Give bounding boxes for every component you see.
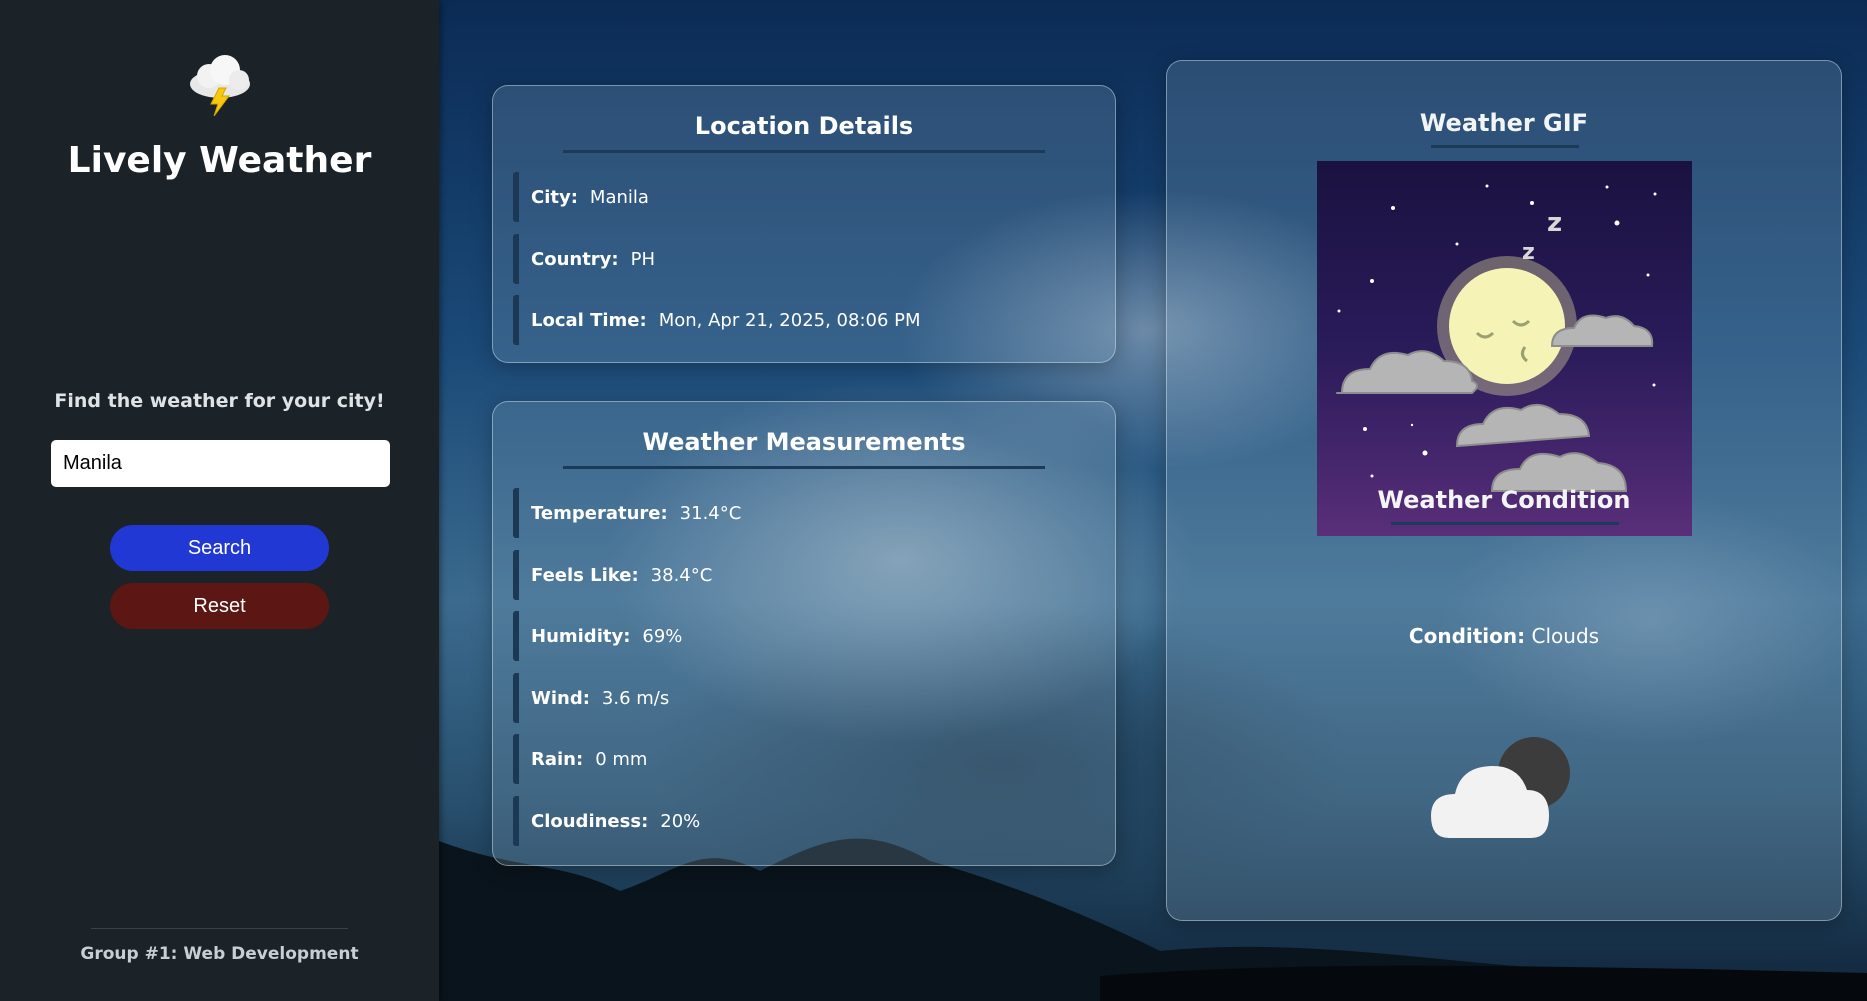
weather-measurements-heading: Weather Measurements: [642, 428, 966, 456]
wind-label: Wind:: [531, 687, 590, 709]
weather-gif-heading: Weather GIF: [1419, 109, 1589, 137]
temperature-label: Temperature:: [531, 502, 668, 524]
footer-divider: [91, 928, 348, 929]
rain-label: Rain:: [531, 748, 584, 770]
thunderstorm-cloud-icon: [190, 55, 250, 116]
footer-credit: Group #1: Web Development: [80, 944, 359, 964]
search-button[interactable]: Search: [110, 525, 329, 571]
condition-value: Clouds: [1531, 624, 1600, 648]
country-value: PH: [630, 248, 656, 270]
city-value: Manila: [589, 186, 649, 208]
weather-measurements-card: Weather Measurements Temperature: 31.4°C…: [492, 401, 1116, 866]
weather-gif-card: Weather GIF z z Weather Condition Condit…: [1166, 60, 1842, 921]
condition-label: Condition:: [1408, 624, 1526, 648]
heading-underline: [563, 150, 1045, 153]
local-time-row: Local Time: Mon, Apr 21, 2025, 08:06 PM: [513, 295, 921, 345]
temperature-row: Temperature: 31.4°C: [513, 488, 741, 538]
rain-row: Rain: 0 mm: [513, 734, 647, 784]
temperature-value: 31.4°C: [679, 502, 742, 524]
country-label: Country:: [531, 248, 619, 270]
cloudiness-row: Cloudiness: 20%: [513, 796, 700, 846]
city-search-input[interactable]: [51, 440, 390, 487]
rain-value: 0 mm: [595, 748, 648, 770]
humidity-value: 69%: [642, 625, 683, 647]
cloudy-night-icon: [1431, 737, 1570, 838]
local-time-label: Local Time:: [531, 309, 647, 331]
heading-underline: [1431, 145, 1579, 148]
search-prompt: Find the weather for your city!: [54, 390, 385, 412]
condition-row: Condition: Clouds: [1167, 624, 1841, 648]
feels-like-value: 38.4°C: [650, 564, 713, 586]
location-details-heading: Location Details: [694, 112, 914, 140]
heading-underline: [1391, 522, 1619, 525]
svg-text:z: z: [1547, 208, 1562, 238]
city-row: City: Manila: [513, 172, 649, 222]
city-label: City:: [531, 186, 578, 208]
weather-gif-image: z z: [1317, 161, 1692, 536]
wind-row: Wind: 3.6 m/s: [513, 673, 669, 723]
local-time-value: Mon, Apr 21, 2025, 08:06 PM: [658, 309, 921, 331]
reset-button[interactable]: Reset: [110, 583, 329, 629]
feels-like-label: Feels Like:: [531, 564, 639, 586]
humidity-label: Humidity:: [531, 625, 631, 647]
heading-underline: [563, 466, 1045, 469]
country-row: Country: PH: [513, 234, 655, 284]
sidebar: Lively Weather Find the weather for your…: [0, 0, 439, 1001]
sleeping-moon-clouds-icon: z z: [1336, 184, 1657, 492]
app-title: Lively Weather: [67, 140, 372, 181]
cloudiness-value: 20%: [660, 810, 701, 832]
location-details-card: Location Details City: Manila Country: P…: [492, 85, 1116, 363]
wind-value: 3.6 m/s: [601, 687, 670, 709]
weather-condition-heading: Weather Condition: [1377, 486, 1631, 514]
cloudiness-label: Cloudiness:: [531, 810, 649, 832]
feels-like-row: Feels Like: 38.4°C: [513, 550, 712, 600]
humidity-row: Humidity: 69%: [513, 611, 682, 661]
